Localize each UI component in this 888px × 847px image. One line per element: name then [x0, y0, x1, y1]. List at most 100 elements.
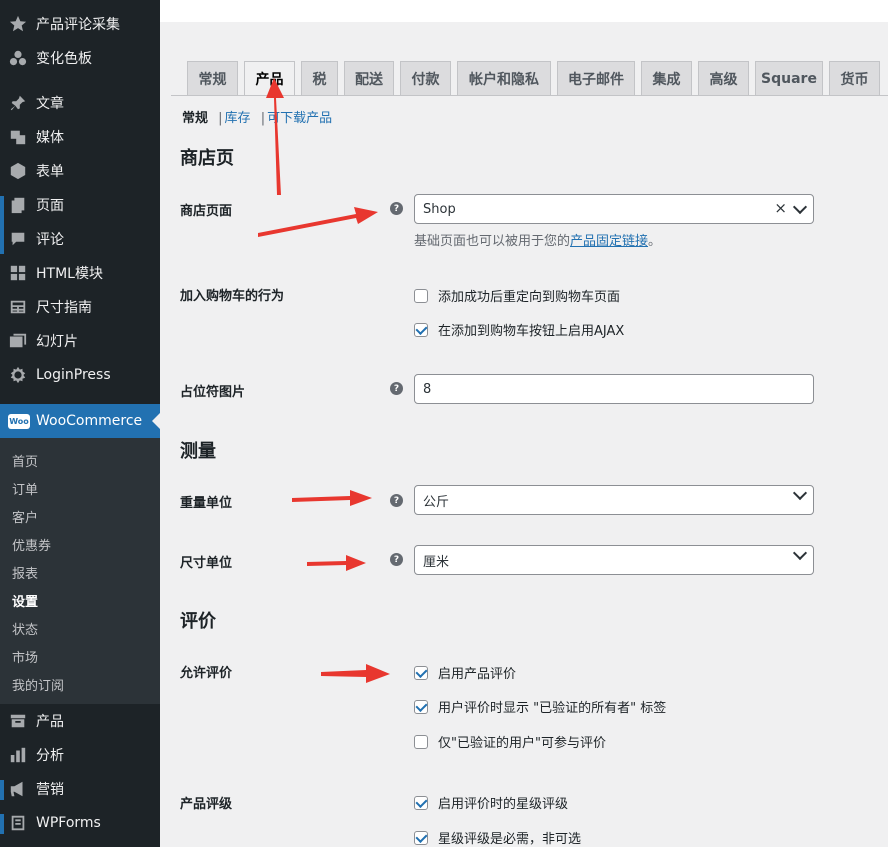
enable-star-rating-checkbox[interactable]: 启用评价时的星级评级: [414, 793, 568, 812]
sidebar-item-swatches[interactable]: 变化色板: [0, 41, 160, 75]
sidebar-item-slides[interactable]: 幻灯片: [0, 324, 160, 358]
weight-unit-value: 公斤: [423, 494, 450, 510]
submenu-item-settings[interactable]: 设置: [12, 591, 38, 610]
submenu-item-marketplace[interactable]: 市场: [12, 647, 38, 666]
sidebar-item-label: WooCommerce: [36, 413, 143, 429]
description-suffix: 。: [648, 234, 662, 249]
sidebar-item-review-collect[interactable]: 产品评论采集: [0, 7, 160, 41]
sidebar-item-label: 变化色板: [36, 51, 92, 67]
verified-owner-label-checkbox[interactable]: 用户评价时显示 "已验证的所有者" 标签: [414, 697, 666, 716]
subnav-separator: |: [218, 111, 223, 126]
sidebar-item-label: WPForms: [36, 815, 101, 831]
redirect-to-cart-checkbox[interactable]: 添加成功后重定向到购物车页面: [414, 286, 620, 305]
submenu-item-coupons[interactable]: 优惠券: [12, 535, 51, 554]
table-icon: [8, 297, 28, 317]
tab-shipping[interactable]: 配送: [344, 61, 394, 95]
sidebar-item-size-guide[interactable]: 尺寸指南: [0, 290, 160, 324]
permalink-link[interactable]: 产品固定链接: [570, 234, 648, 249]
sidebar-item-label: 幻灯片: [36, 334, 78, 350]
pin-icon: [8, 93, 28, 113]
sidebar-item-products[interactable]: 产品: [0, 704, 160, 738]
archive-icon: [8, 711, 28, 731]
sidebar-item-analytics[interactable]: 分析: [0, 738, 160, 772]
chart-icon: [8, 745, 28, 765]
shop-page-description: 基础页面也可以被用于您的产品固定链接。: [414, 230, 661, 249]
star-icon: [8, 14, 28, 34]
section-heading-measurements: 测量: [180, 441, 216, 462]
submenu-item-home[interactable]: 首页: [12, 451, 38, 470]
megaphone-icon: [8, 779, 28, 799]
weight-unit-label: 重量单位: [180, 496, 233, 511]
submenu-item-status[interactable]: 状态: [12, 619, 38, 638]
slides-icon: [8, 331, 28, 351]
subnav-link-inventory[interactable]: 库存: [225, 111, 251, 126]
checkbox-label: 启用产品评价: [438, 667, 517, 682]
subnav-separator: |: [260, 111, 266, 126]
checkbox-box[interactable]: [414, 699, 428, 714]
checkbox-label: 在添加到购物车按钮上启用AJAX: [438, 324, 625, 339]
ajax-add-to-cart-checkbox[interactable]: 在添加到购物车按钮上启用AJAX: [414, 320, 624, 339]
submenu-item-reports[interactable]: 报表: [12, 563, 38, 582]
sidebar-item-comments[interactable]: 评论: [0, 222, 160, 256]
subnav-link-downloadable[interactable]: 可下载产品: [267, 111, 332, 126]
tab-advanced[interactable]: 高级: [698, 61, 749, 95]
checkbox-box[interactable]: [414, 322, 428, 337]
submenu-item-orders[interactable]: 订单: [12, 479, 38, 498]
help-tip-icon[interactable]: ?: [390, 494, 403, 507]
sidebar-item-marketing[interactable]: 营销: [0, 772, 160, 806]
checkbox-box[interactable]: [414, 288, 428, 303]
checkbox-box[interactable]: [414, 665, 428, 680]
shop-page-select[interactable]: Shop ×: [414, 194, 814, 224]
tab-accounts-privacy[interactable]: 帐户和隐私: [457, 61, 551, 95]
top-white-bar: [160, 0, 888, 22]
comment-icon: [8, 229, 28, 249]
tab-integration[interactable]: 集成: [641, 61, 692, 95]
checkbox-box[interactable]: [414, 830, 428, 845]
clear-icon[interactable]: ×: [774, 199, 787, 217]
sidebar-item-label: HTML模块: [36, 266, 103, 282]
product-ratings-label: 产品评级: [180, 797, 233, 812]
tab-currency[interactable]: 货币: [829, 61, 880, 95]
tab-square[interactable]: Square: [755, 61, 823, 95]
help-tip-icon[interactable]: ?: [390, 382, 403, 395]
media-icon: [8, 127, 28, 147]
chevron-down-icon: [792, 545, 808, 561]
verified-only-checkbox[interactable]: 仅"已验证的用户"可参与评价: [414, 732, 606, 751]
dimension-unit-value: 厘米: [423, 554, 450, 570]
checkbox-box[interactable]: [414, 795, 428, 810]
enable-reviews-checkbox[interactable]: 启用产品评价: [414, 663, 516, 682]
submenu-item-subscriptions[interactable]: 我的订阅: [12, 675, 64, 694]
sidebar-item-label: LoginPress: [36, 367, 111, 383]
rating-required-checkbox[interactable]: 星级评级是必需，非可选: [414, 828, 581, 847]
shop-page-value: Shop: [423, 201, 456, 217]
sidebar-item-label: 营销: [36, 782, 64, 798]
submenu-item-customers[interactable]: 客户: [12, 507, 38, 526]
sidebar-item-html-blocks[interactable]: HTML模块: [0, 256, 160, 290]
tab-tax[interactable]: 税: [301, 61, 338, 95]
weight-unit-select[interactable]: 公斤: [414, 485, 814, 515]
grid-icon: [8, 263, 28, 283]
help-tip-icon[interactable]: ?: [390, 202, 403, 215]
sidebar-item-wpforms[interactable]: WPForms: [0, 806, 160, 840]
enable-reviews-label: 允许评价: [180, 666, 233, 681]
sidebar-item-label: 表单: [36, 164, 64, 180]
tab-products[interactable]: 产品: [244, 61, 295, 96]
sidebar-item-loginpress[interactable]: LoginPress: [0, 358, 160, 392]
checkbox-box[interactable]: [414, 734, 428, 749]
tab-general[interactable]: 常规: [187, 61, 238, 95]
sidebar-item-pages[interactable]: 页面: [0, 188, 160, 222]
sidebar-item-media[interactable]: 媒体: [0, 120, 160, 154]
current-menu-pointer: [152, 413, 160, 429]
tab-emails[interactable]: 电子邮件: [557, 61, 635, 95]
dimension-unit-label: 尺寸单位: [180, 556, 233, 571]
sidebar-item-label: 产品: [36, 714, 64, 730]
sidebar-item-forms[interactable]: 表单: [0, 154, 160, 188]
sidebar-item-posts[interactable]: 文章: [0, 86, 160, 120]
tab-payments[interactable]: 付款: [400, 61, 451, 95]
woocommerce-submenu: 首页 订单 客户 优惠券 报表 设置 状态 市场 我的订阅: [0, 438, 160, 704]
chevron-down-icon: [792, 199, 808, 215]
sidebar-item-woocommerce[interactable]: Woo WooCommerce: [0, 404, 160, 438]
placeholder-image-input[interactable]: 8: [414, 374, 814, 404]
help-tip-icon[interactable]: ?: [390, 553, 403, 566]
dimension-unit-select[interactable]: 厘米: [414, 545, 814, 575]
